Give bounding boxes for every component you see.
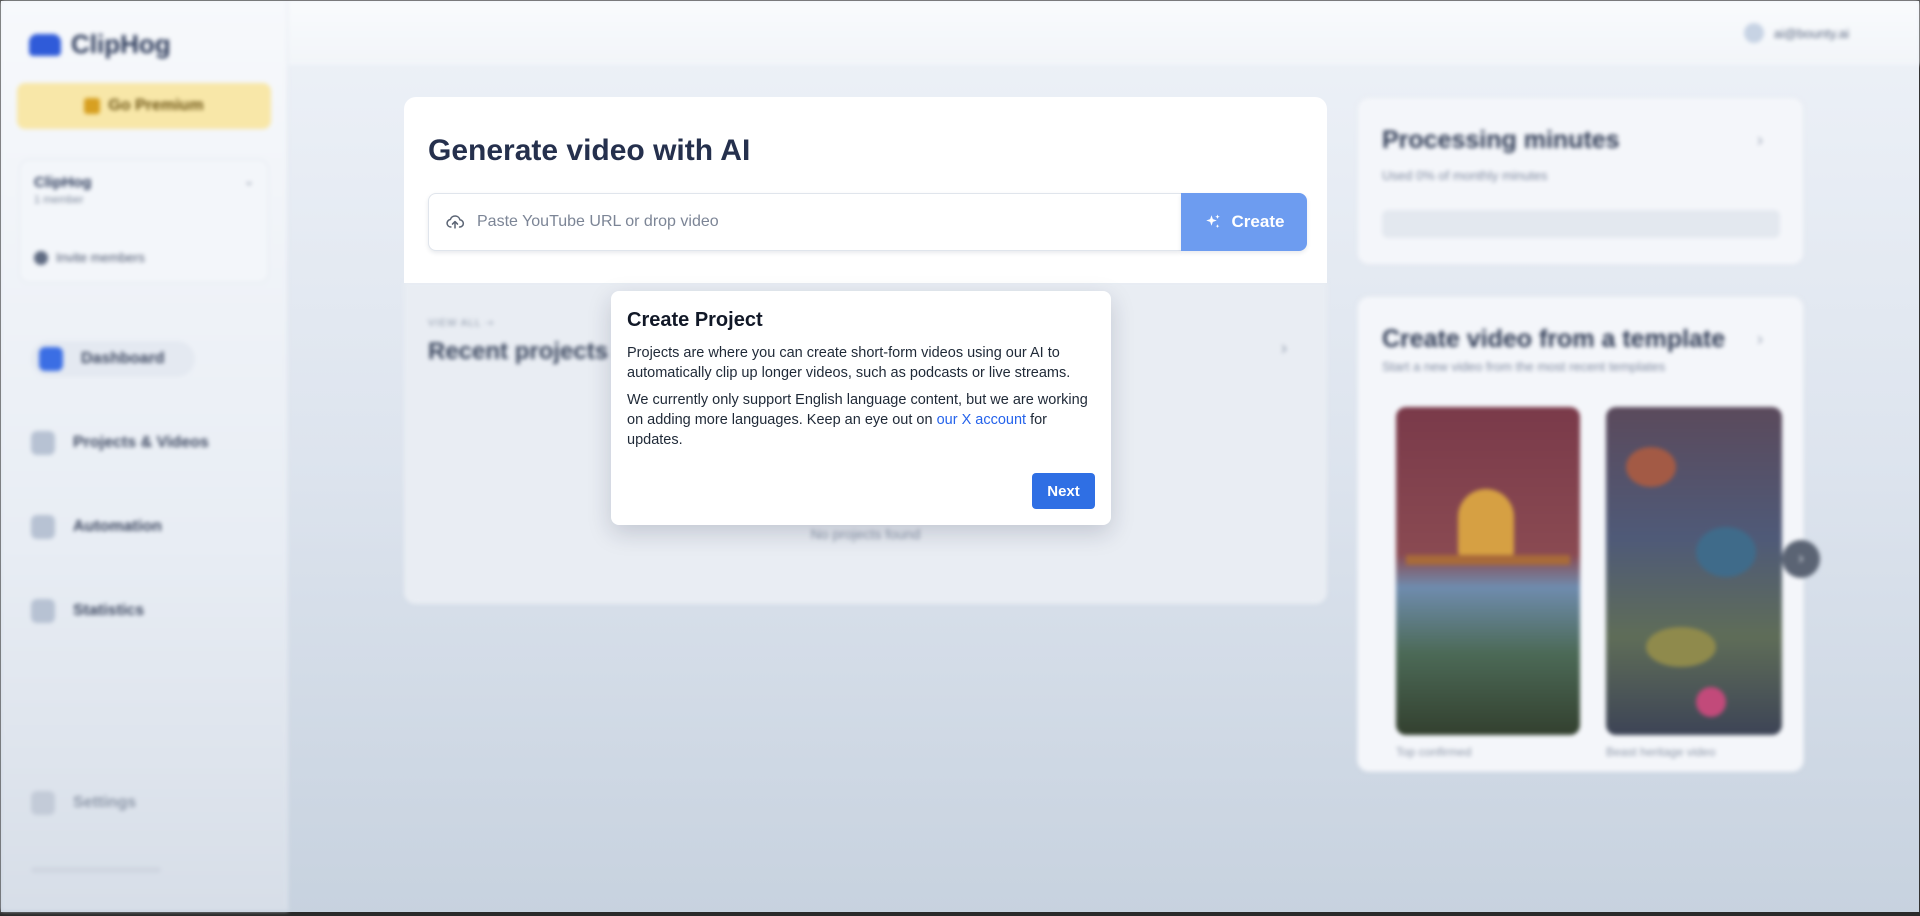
brand[interactable]: ClipHog [29, 29, 171, 60]
thumbnail-shape [1626, 447, 1676, 487]
thumbnail-person [1458, 489, 1514, 559]
home-icon [39, 347, 63, 371]
sidebar-footer [31, 867, 161, 873]
thumbnail-desk [1406, 555, 1570, 565]
thumbnail-shape [1646, 627, 1716, 667]
recent-projects-title: Recent projects [428, 338, 609, 365]
cloud-upload-icon[interactable] [445, 212, 465, 232]
sidebar-item-automation[interactable]: Automation [31, 515, 162, 539]
create-button[interactable]: Create [1181, 193, 1307, 251]
go-premium-button[interactable]: Go Premium [17, 83, 271, 129]
sidebar-item-statistics[interactable]: Statistics [31, 599, 144, 623]
processing-minutes-title: Processing minutes [1382, 126, 1620, 154]
user-menu[interactable]: ai@bounty.ai [1743, 23, 1849, 43]
crown-icon [84, 98, 101, 114]
template-caption: Top confirmed [1396, 745, 1472, 759]
templates-card: Create video from a template › Start a n… [1357, 296, 1804, 772]
go-premium-label: Go Premium [108, 97, 204, 114]
brand-name: ClipHog [71, 29, 171, 59]
chevron-right-icon[interactable]: › [1281, 338, 1287, 359]
gear-icon [31, 791, 55, 815]
workspace-switcher[interactable]: ClipHog 1 member ⌄ Invite members [19, 159, 269, 283]
sidebar-item-label: Automation [73, 518, 162, 535]
view-all-link[interactable]: VIEW ALL ⇢ [428, 318, 494, 329]
sidebar-item-label: Projects & Videos [73, 434, 209, 451]
processing-minutes-card: Processing minutes › Used 0% of monthly … [1357, 97, 1804, 265]
youtube-url-input[interactable] [477, 207, 1157, 237]
templates-title: Create video from a template [1382, 325, 1726, 353]
sparkles-icon [1205, 214, 1220, 228]
top-bar: ai@bounty.ai [288, 1, 1919, 65]
cliphog-logo-icon [29, 33, 61, 56]
x-account-link[interactable]: our X account [937, 412, 1026, 428]
sidebar-item-label: Settings [73, 794, 137, 811]
processing-minutes-subtitle: Used 0% of monthly minutes [1382, 168, 1548, 183]
sidebar: ClipHog Go Premium ClipHog 1 member ⌄ In… [1, 1, 288, 911]
dialog-language-note: We currently only support English langua… [627, 390, 1097, 450]
workspace-members: 1 member [34, 194, 84, 206]
template-thumbnail[interactable] [1396, 407, 1580, 735]
folder-icon [31, 431, 55, 455]
dialog-description: Projects are where you can create short-… [627, 345, 1071, 381]
dialog-title: Create Project [627, 309, 763, 331]
chevron-down-icon: ⌄ [243, 174, 254, 188]
avatar [1743, 23, 1764, 43]
next-button[interactable]: Next [1032, 473, 1095, 509]
chevron-right-icon[interactable]: › [1757, 329, 1763, 350]
chevron-right-icon[interactable]: › [1757, 130, 1763, 151]
thumbnail-shape [1696, 687, 1726, 717]
template-next-button[interactable]: › [1782, 540, 1820, 578]
create-project-dialog: Create Project Projects are where you ca… [611, 291, 1111, 525]
empty-state-text: No projects found [810, 526, 921, 542]
usage-progress-bar [1382, 210, 1780, 238]
workspace-name: ClipHog [34, 174, 92, 191]
template-caption: Beast heritage video [1606, 745, 1716, 759]
url-input-container[interactable] [428, 193, 1181, 251]
sidebar-item-label: Statistics [73, 602, 145, 619]
automation-icon [31, 515, 55, 539]
template-thumbnail[interactable] [1606, 407, 1782, 735]
chart-icon [31, 599, 55, 623]
sidebar-item-projects[interactable]: Projects & Videos [31, 431, 209, 455]
sidebar-item-label: Dashboard [81, 350, 165, 367]
page-title: Generate video with AI [428, 134, 751, 167]
sidebar-item-settings[interactable]: Settings [31, 791, 136, 815]
user-plus-icon [34, 250, 48, 265]
thumbnail-shape [1696, 527, 1756, 577]
templates-subtitle: Start a new video from the most recent t… [1382, 359, 1666, 374]
invite-members-button[interactable]: Invite members [34, 250, 145, 265]
generate-video-panel: Generate video with AI Create [404, 97, 1327, 283]
invite-members-label: Invite members [56, 250, 145, 265]
user-email: ai@bounty.ai [1773, 25, 1849, 41]
sidebar-item-dashboard[interactable]: Dashboard [31, 341, 195, 377]
create-button-label: Create [1231, 212, 1285, 231]
